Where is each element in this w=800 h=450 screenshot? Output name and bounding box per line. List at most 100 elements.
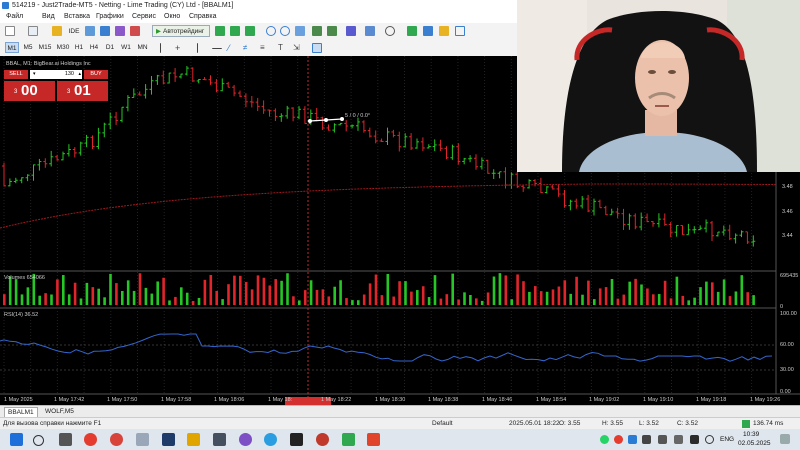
horizontal-line-icon[interactable] xyxy=(212,48,222,50)
tool-icon[interactable] xyxy=(136,433,149,446)
objects-icon[interactable] xyxy=(312,43,322,53)
volume-bar xyxy=(457,299,460,305)
tray-app-icon[interactable] xyxy=(614,435,623,444)
buy-price[interactable]: 3 01 xyxy=(57,81,108,101)
tab-wolf-m5[interactable]: WOLF,M5 xyxy=(42,407,77,417)
tile-windows-icon[interactable] xyxy=(295,26,305,36)
sell-button[interactable]: SELL xyxy=(4,70,28,79)
terminal-icon[interactable] xyxy=(423,26,433,36)
menu-view[interactable]: Вид xyxy=(42,11,55,23)
menu-window[interactable]: Окно xyxy=(164,11,180,23)
menu-file[interactable]: Файл xyxy=(6,11,23,23)
capcut-icon[interactable] xyxy=(290,433,303,446)
volume-bars xyxy=(3,273,755,305)
data-window-icon[interactable] xyxy=(100,26,110,36)
volume-bar xyxy=(510,299,513,305)
chart-shift-icon[interactable] xyxy=(327,26,337,36)
volume-bar xyxy=(646,288,649,305)
calculator-icon[interactable] xyxy=(213,433,226,446)
profiles-icon[interactable] xyxy=(28,26,38,36)
menu-insert[interactable]: Вставка xyxy=(64,11,90,23)
autotrading-button[interactable]: ▶ Автотрейдинг xyxy=(152,25,210,37)
tf-m1[interactable]: M1 xyxy=(5,42,19,53)
tray-app-icon[interactable] xyxy=(642,435,651,444)
expert-icon[interactable] xyxy=(407,26,417,36)
menu-tools[interactable]: Сервис xyxy=(132,11,156,23)
volume-field[interactable]: ▾ 130 ▴ xyxy=(30,70,82,79)
volume-bar xyxy=(91,287,95,305)
navigator-icon[interactable] xyxy=(115,26,125,36)
screenshot-icon[interactable] xyxy=(455,26,465,36)
sell-price[interactable]: 3 00 xyxy=(4,81,55,101)
tf-h4[interactable]: H4 xyxy=(88,42,100,53)
clock-time[interactable]: 10:39 xyxy=(743,431,759,438)
volume-bar xyxy=(622,294,626,305)
menu-charts[interactable]: Графики xyxy=(96,11,124,23)
language-indicator[interactable]: ENG xyxy=(720,436,734,443)
connection-icon[interactable] xyxy=(742,420,750,428)
zoom-in-icon[interactable] xyxy=(266,26,276,36)
tf-mn[interactable]: MN xyxy=(135,42,150,53)
tray-app-icon[interactable] xyxy=(628,435,637,444)
whatsapp-tray-icon[interactable] xyxy=(600,435,609,444)
media-icon[interactable] xyxy=(316,433,329,446)
tf-h1[interactable]: H1 xyxy=(73,42,85,53)
volume-bar xyxy=(185,292,189,305)
vertical-line-icon[interactable] xyxy=(197,43,199,53)
strategy-tester-icon[interactable] xyxy=(85,26,95,36)
search-icon[interactable] xyxy=(33,435,44,446)
buy-button[interactable]: BUY xyxy=(84,70,108,79)
zoom-out-icon[interactable] xyxy=(280,26,290,36)
app-green-icon[interactable] xyxy=(342,433,355,446)
notifications-icon[interactable] xyxy=(780,434,790,444)
toolbox-icon[interactable] xyxy=(130,26,140,36)
time-axis-label: 1 May 18: xyxy=(268,397,293,403)
arrows-icon[interactable]: ⇲ xyxy=(293,43,303,53)
volume-up-icon[interactable]: ▴ xyxy=(78,70,81,79)
channel-icon[interactable]: ≠ xyxy=(243,43,253,53)
volume-down-icon[interactable]: ▾ xyxy=(33,70,36,79)
indicators-icon[interactable] xyxy=(346,26,356,36)
market-watch-icon[interactable] xyxy=(52,26,62,36)
viber-icon[interactable] xyxy=(239,433,252,446)
task-view-icon[interactable] xyxy=(59,433,72,446)
crosshair-icon[interactable]: + xyxy=(175,43,185,53)
app-icon[interactable] xyxy=(110,433,123,446)
tray-app-icon[interactable] xyxy=(690,435,699,444)
yandex-browser-icon[interactable] xyxy=(84,433,97,446)
bar-chart-icon[interactable] xyxy=(215,26,225,36)
ide-button[interactable]: IDE xyxy=(67,26,81,37)
telegram-icon[interactable] xyxy=(264,433,277,446)
volume-bar xyxy=(569,293,572,305)
start-icon[interactable] xyxy=(10,433,23,446)
scroll-chart-icon[interactable] xyxy=(312,26,322,36)
file-explorer-icon[interactable] xyxy=(187,433,200,446)
clock-date[interactable]: 02.05.2025 xyxy=(738,440,771,447)
volume-bar xyxy=(44,293,47,305)
autotrading-label: Автотрейдинг xyxy=(163,28,205,35)
periods-icon[interactable] xyxy=(385,26,395,36)
volume-bar xyxy=(498,273,502,305)
line-chart-icon[interactable] xyxy=(245,26,255,36)
metatrader-icon[interactable] xyxy=(162,433,175,446)
trendline-icon[interactable]: ⁄ xyxy=(228,43,238,53)
templates-icon[interactable] xyxy=(365,26,375,36)
tray-app-icon[interactable] xyxy=(674,435,683,444)
network-icon[interactable] xyxy=(705,435,714,444)
app-orange-icon[interactable] xyxy=(367,433,380,446)
volume-bar xyxy=(421,286,425,305)
cursor-icon[interactable] xyxy=(160,43,162,53)
tf-d1[interactable]: D1 xyxy=(104,42,116,53)
fibonacci-icon[interactable]: ≡ xyxy=(260,43,270,53)
menu-help[interactable]: Справка xyxy=(189,11,216,23)
volume-bar xyxy=(687,300,690,305)
tf-m30[interactable]: M30 xyxy=(55,42,71,53)
tf-w1[interactable]: W1 xyxy=(120,42,132,53)
tf-m15[interactable]: M15 xyxy=(37,42,53,53)
signals-icon[interactable] xyxy=(439,26,449,36)
candle-chart-icon[interactable] xyxy=(230,26,240,36)
tray-app-icon[interactable] xyxy=(658,435,667,444)
new-chart-icon[interactable] xyxy=(5,26,15,36)
tf-m5[interactable]: M5 xyxy=(21,42,35,53)
text-icon[interactable]: T xyxy=(278,43,288,53)
